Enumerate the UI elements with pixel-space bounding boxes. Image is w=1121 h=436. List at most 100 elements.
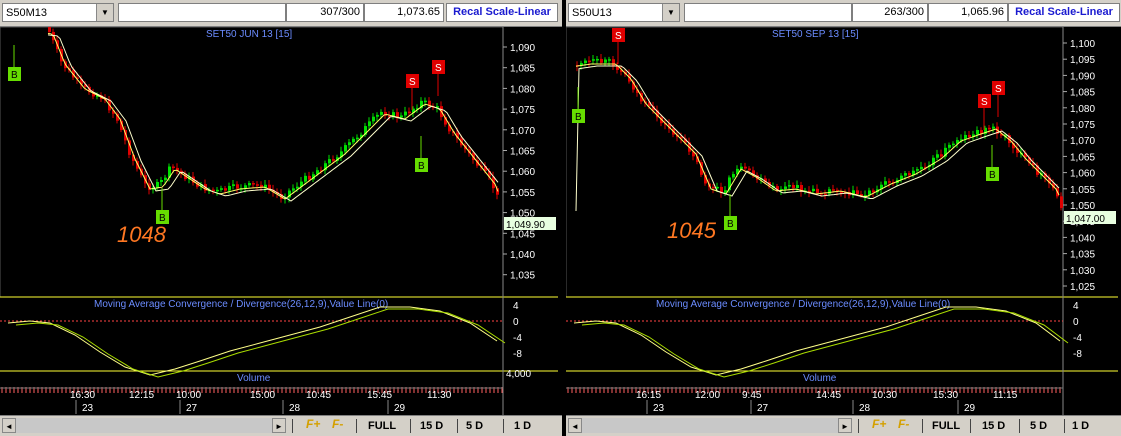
candle <box>596 58 599 61</box>
candle <box>592 59 595 61</box>
candle <box>872 190 875 193</box>
full-button[interactable]: FULL <box>368 418 396 434</box>
left-symbol-select[interactable]: S50M13 ▼ <box>2 3 114 22</box>
candle <box>372 116 375 122</box>
day-tick-label: 29 <box>394 403 406 414</box>
moving-average-fast <box>47 33 499 200</box>
f-plus-button[interactable]: F+ <box>872 417 886 431</box>
candle <box>936 154 939 158</box>
price-tick-label: 1,055 <box>510 188 535 199</box>
candle <box>352 138 355 143</box>
candle <box>232 184 235 187</box>
f-plus-button[interactable]: F+ <box>306 417 320 431</box>
current-price-label: 1,047.00 <box>1066 214 1105 225</box>
macd-tick-label: 0 <box>513 317 519 328</box>
left-chart-area[interactable]: SET50 JUN 13 [15] Moving Average Converge… <box>0 27 562 417</box>
left-bottom-bar: ◄ ► F+ F- FULL 15 D 5 D 1 D <box>0 415 562 436</box>
5d-button[interactable]: 5 D <box>466 418 483 434</box>
candle <box>252 183 255 185</box>
right-recal-scale-button[interactable]: Recal Scale-Linear <box>1008 3 1120 22</box>
candle <box>404 111 407 116</box>
candle <box>332 159 335 161</box>
candle <box>732 174 735 178</box>
signal-label: B <box>727 219 734 230</box>
full-button[interactable]: FULL <box>932 418 960 434</box>
scroll-left-icon[interactable]: ◄ <box>568 418 582 433</box>
candle <box>712 186 715 189</box>
candle <box>248 183 251 186</box>
price-tick-label: 1,080 <box>1070 104 1095 115</box>
day-tick-label: 23 <box>82 403 94 414</box>
macd-tick-label: -4 <box>513 333 522 344</box>
signal-label: S <box>409 77 416 88</box>
candle <box>740 166 743 169</box>
time-tick-label: 15:30 <box>933 390 958 401</box>
right-symbol-select[interactable]: S50U13 ▼ <box>568 3 680 22</box>
signal-label: B <box>11 70 18 81</box>
candle <box>380 111 383 115</box>
macd-tick-label: 4 <box>513 301 519 312</box>
right-scroll-track[interactable] <box>582 418 838 433</box>
right-chart-area[interactable]: SET50 SEP 13 [15] Moving Average Converge… <box>566 27 1121 417</box>
candle <box>748 168 751 171</box>
time-tick-label: 16:30 <box>70 390 95 401</box>
candle <box>164 177 167 181</box>
price-annotation: 1045 <box>667 218 717 243</box>
candle <box>908 173 911 176</box>
price-tick-label: 1,100 <box>1070 39 1095 50</box>
candle <box>376 114 379 117</box>
time-tick-label: 12:00 <box>695 390 720 401</box>
price-tick-label: 1,035 <box>1070 250 1095 261</box>
left-recal-scale-button[interactable]: Recal Scale-Linear <box>446 3 558 22</box>
f-minus-button[interactable]: F- <box>332 417 343 431</box>
candle <box>792 185 795 189</box>
macd-title: Moving Average Convergence / Divergence(… <box>656 299 950 310</box>
candle <box>356 137 359 140</box>
candle <box>832 189 835 191</box>
right-bar-count: 263/300 <box>852 3 928 22</box>
candle <box>976 130 979 135</box>
5d-button[interactable]: 5 D <box>1030 418 1047 434</box>
day-tick-label: 28 <box>289 403 301 414</box>
price-tick-label: 1,060 <box>510 167 535 178</box>
price-tick-label: 1,070 <box>1070 136 1095 147</box>
day-tick-label: 28 <box>859 403 871 414</box>
candle <box>788 185 791 187</box>
candle <box>856 190 859 195</box>
time-tick-label: 15:00 <box>250 390 275 401</box>
price-tick-label: 1,090 <box>1070 71 1095 82</box>
macd-title: Moving Average Convergence / Divergence(… <box>94 299 388 310</box>
price-tick-label: 1,085 <box>510 64 535 75</box>
macd-line <box>7 306 498 376</box>
chevron-down-icon[interactable]: ▼ <box>662 4 679 21</box>
price-tick-label: 1,040 <box>510 250 535 261</box>
left-scroll-track[interactable] <box>16 418 272 433</box>
15d-button[interactable]: 15 D <box>982 418 1005 434</box>
1d-button[interactable]: 1 D <box>1072 418 1089 434</box>
f-minus-button[interactable]: F- <box>898 417 909 431</box>
candle <box>608 59 611 61</box>
candle <box>920 166 923 170</box>
price-tick-label: 1,090 <box>510 43 535 54</box>
time-tick-label: 15:45 <box>367 390 392 401</box>
candle <box>988 127 991 130</box>
candle <box>968 134 971 138</box>
chevron-down-icon[interactable]: ▼ <box>96 4 113 21</box>
right-bottom-bar: ◄ ► F+ F- FULL 15 D 5 D 1 D <box>566 415 1121 436</box>
day-tick-label: 27 <box>757 403 769 414</box>
candle <box>344 145 347 152</box>
left-price: 1,073.65 <box>364 3 444 22</box>
candle <box>236 184 239 189</box>
scroll-right-icon[interactable]: ► <box>272 418 286 433</box>
15d-button[interactable]: 15 D <box>420 418 443 434</box>
1d-button[interactable]: 1 D <box>514 418 531 434</box>
scroll-right-icon[interactable]: ► <box>838 418 852 433</box>
scroll-left-icon[interactable]: ◄ <box>2 418 16 433</box>
left-bar-count: 307/300 <box>286 3 364 22</box>
candle <box>308 175 311 180</box>
candle <box>244 185 247 189</box>
candle <box>160 180 163 182</box>
macd-tick-label: -8 <box>1073 349 1082 360</box>
candle <box>992 126 995 129</box>
main-frame <box>566 27 1064 298</box>
